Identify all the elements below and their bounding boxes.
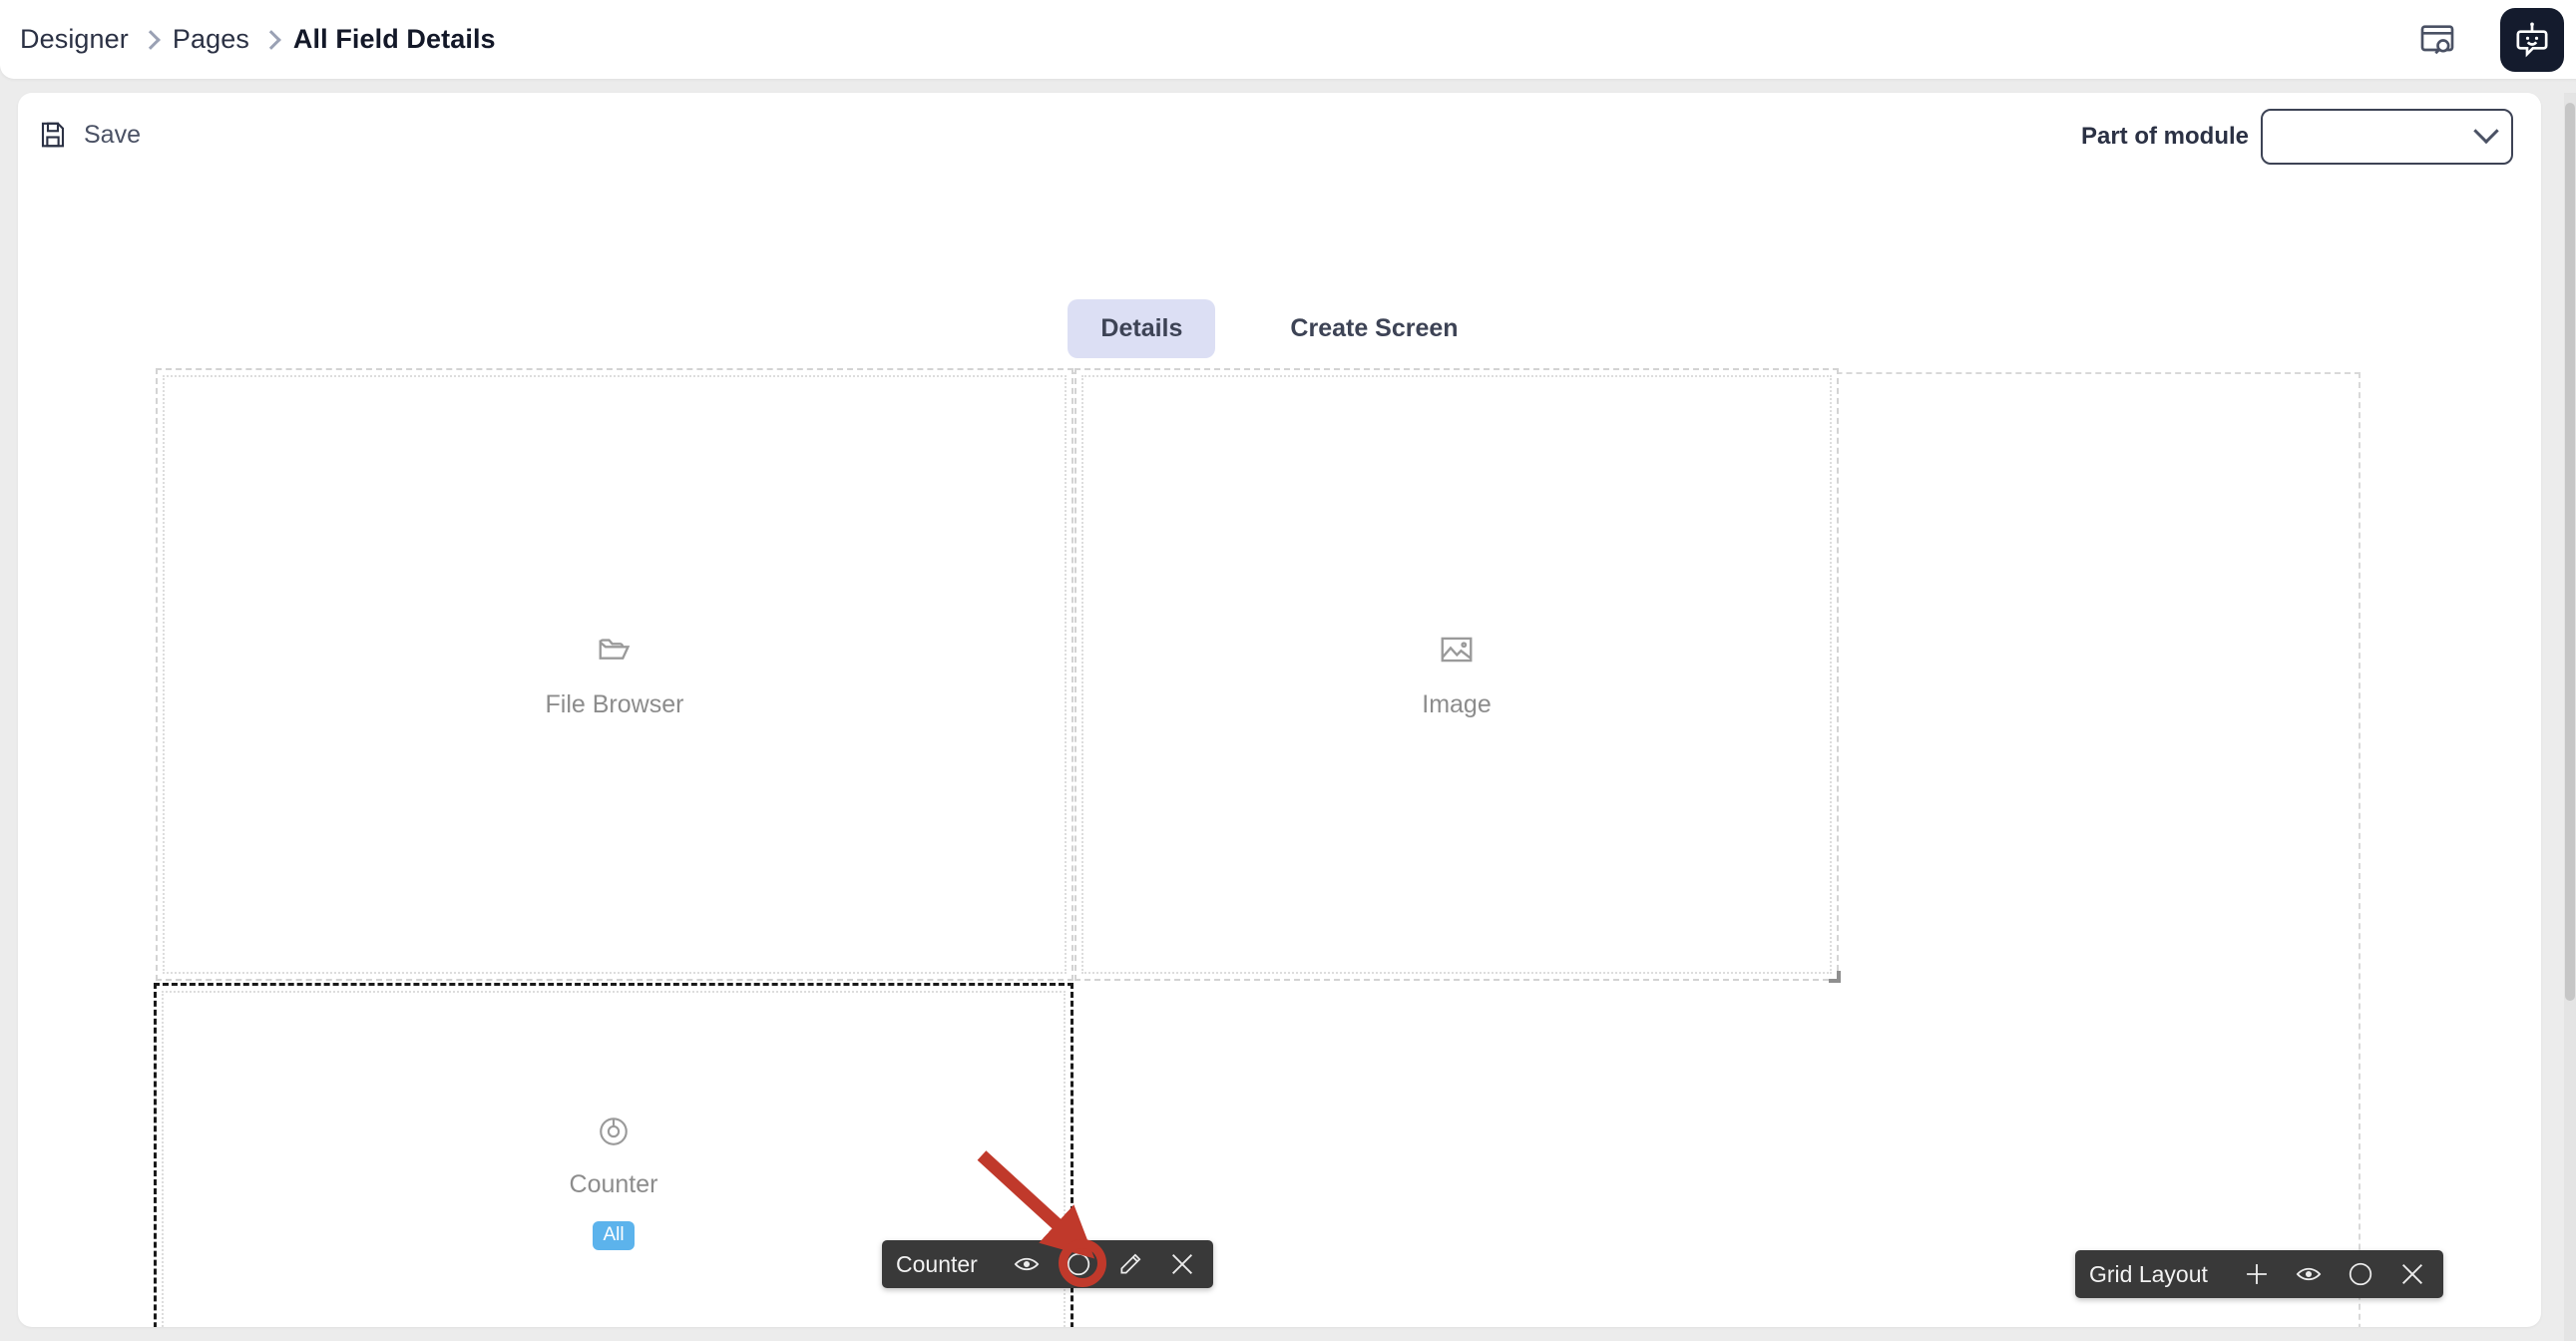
breadcrumb-item-pages[interactable]: Pages [173, 24, 249, 55]
chevron-down-icon [2473, 118, 2499, 145]
part-of-module-row: Part of module [2081, 109, 2513, 165]
status-badge-all: All [593, 1221, 635, 1250]
breadcrumb-item-current: All Field Details [292, 24, 496, 54]
image-picture-icon [1441, 637, 1473, 662]
file-browser-content: File Browser [163, 375, 1067, 974]
tab-bar: Details Create Screen [18, 299, 2541, 358]
circle-icon[interactable] [2344, 1257, 2377, 1291]
save-label: Save [84, 120, 141, 149]
close-x-icon[interactable] [2395, 1257, 2429, 1291]
part-of-module-label: Part of module [2080, 123, 2249, 150]
tab-create-screen[interactable]: Create Screen [1257, 299, 1491, 358]
vertical-scrollbar-thumb[interactable] [2565, 103, 2575, 1001]
design-canvas[interactable]: File Browser Image Counter All [154, 368, 2361, 1327]
eye-icon[interactable] [1010, 1247, 1044, 1281]
window-search-button[interactable] [2397, 0, 2476, 79]
tab-details[interactable]: Details [1068, 299, 1216, 358]
chevron-right-icon [140, 29, 161, 50]
image-content: Image [1081, 375, 1832, 974]
file-browser-label: File Browser [545, 689, 684, 718]
save-button[interactable]: Save [38, 120, 141, 150]
robot-assistant-icon [2516, 22, 2548, 58]
annotation-highlight-circle [1059, 1239, 1106, 1287]
close-x-icon[interactable] [1165, 1247, 1199, 1281]
pencil-edit-icon[interactable] [1113, 1247, 1147, 1281]
resize-handle[interactable] [1829, 971, 1841, 983]
counter-toolbar[interactable]: Counter [882, 1240, 1213, 1288]
main-panel: Save Part of module Details Create Scree… [18, 93, 2541, 1327]
folder-open-icon [599, 638, 631, 660]
eye-icon[interactable] [2292, 1257, 2326, 1291]
breadcrumb: Designer Pages All Field Details [0, 24, 496, 55]
chevron-right-icon [261, 29, 281, 50]
canvas-cell-image[interactable]: Image [1074, 368, 1841, 983]
breadcrumb-item-designer[interactable]: Designer [20, 24, 129, 55]
assistant-button[interactable] [2500, 8, 2564, 72]
counter-donut-icon [600, 1118, 628, 1145]
image-label: Image [1422, 689, 1492, 718]
window-search-icon [2420, 24, 2453, 54]
vertical-scrollbar-track[interactable] [2564, 93, 2576, 1341]
breadcrumb-bar: Designer Pages All Field Details [0, 0, 2576, 79]
floppy-save-icon [41, 122, 65, 148]
grid-layout-toolbar-label: Grid Layout [2089, 1260, 2208, 1287]
grid-layout-toolbar[interactable]: Grid Layout [2075, 1250, 2443, 1298]
counter-toolbar-label: Counter [896, 1250, 978, 1277]
plus-icon[interactable] [2240, 1257, 2274, 1291]
counter-label: Counter [569, 1170, 658, 1199]
part-of-module-select[interactable] [2261, 109, 2513, 165]
canvas-cell-file-browser[interactable]: File Browser [156, 368, 1073, 981]
